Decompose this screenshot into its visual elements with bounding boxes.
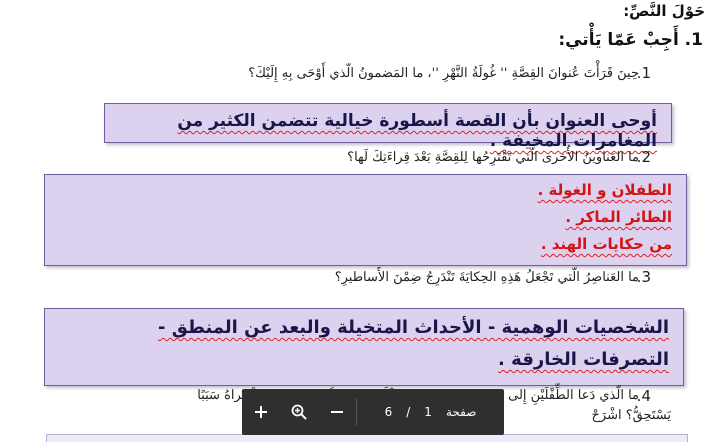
zoom-out-button[interactable] xyxy=(318,389,356,435)
question-text: حِينَ قَرَأْتَ عُنوانَ القِصَّةِ '' غُول… xyxy=(248,66,639,81)
answer-line: التصرفات الخارقة . xyxy=(498,349,669,370)
answer-line: من حكايات الهند . xyxy=(540,235,672,253)
page-label: صفحة xyxy=(445,405,477,419)
question-text: ما العَناوينُ الأُخرى الّتي تَقْتَرِحُها… xyxy=(347,150,639,165)
answer-box: أوحى العنوان بأن القصة أسطورة خيالية تتض… xyxy=(104,103,672,151)
magnify-icon xyxy=(291,404,307,420)
page-separator: / xyxy=(406,405,411,419)
zoom-in-button[interactable] xyxy=(242,389,280,435)
answer-line: الطائر الماكر . xyxy=(565,208,672,226)
plus-icon xyxy=(255,406,267,418)
answer-box: الشخصيات الوهمية - الأحداث المتخيلة والب… xyxy=(44,308,684,386)
total-pages: 6 xyxy=(384,405,393,419)
current-page-field[interactable]: 1 xyxy=(424,405,432,419)
question-text: ما العَناصِرُ الّتي تَجْعَلُ هَذِهِ الحِ… xyxy=(334,270,639,285)
section-heading: حَوْلَ النَّصِّ: xyxy=(623,2,705,20)
question-text-continued: يَسْتَحِقُّ؟ اشْرَحْ xyxy=(591,408,671,423)
answer-text: أوحى العنوان بأن القصة أسطورة خيالية تتض… xyxy=(177,111,657,151)
zoom-fit-button[interactable] xyxy=(280,389,318,435)
page-indicator: 6 / 1 صفحة xyxy=(357,405,504,419)
answer-box: الطفلان و الغولة . الطائر الماكر . من حك… xyxy=(44,174,687,266)
answer-line: الشخصيات الوهمية - الأحداث المتخيلة والب… xyxy=(158,317,669,338)
minus-icon xyxy=(331,411,343,413)
instruction: 1. أَجِبْ عَمّا يَأْتي: xyxy=(558,30,703,50)
viewer-toolbar: 6 / 1 صفحة xyxy=(242,389,504,435)
answer-line: الطفلان و الغولة . xyxy=(537,181,672,199)
